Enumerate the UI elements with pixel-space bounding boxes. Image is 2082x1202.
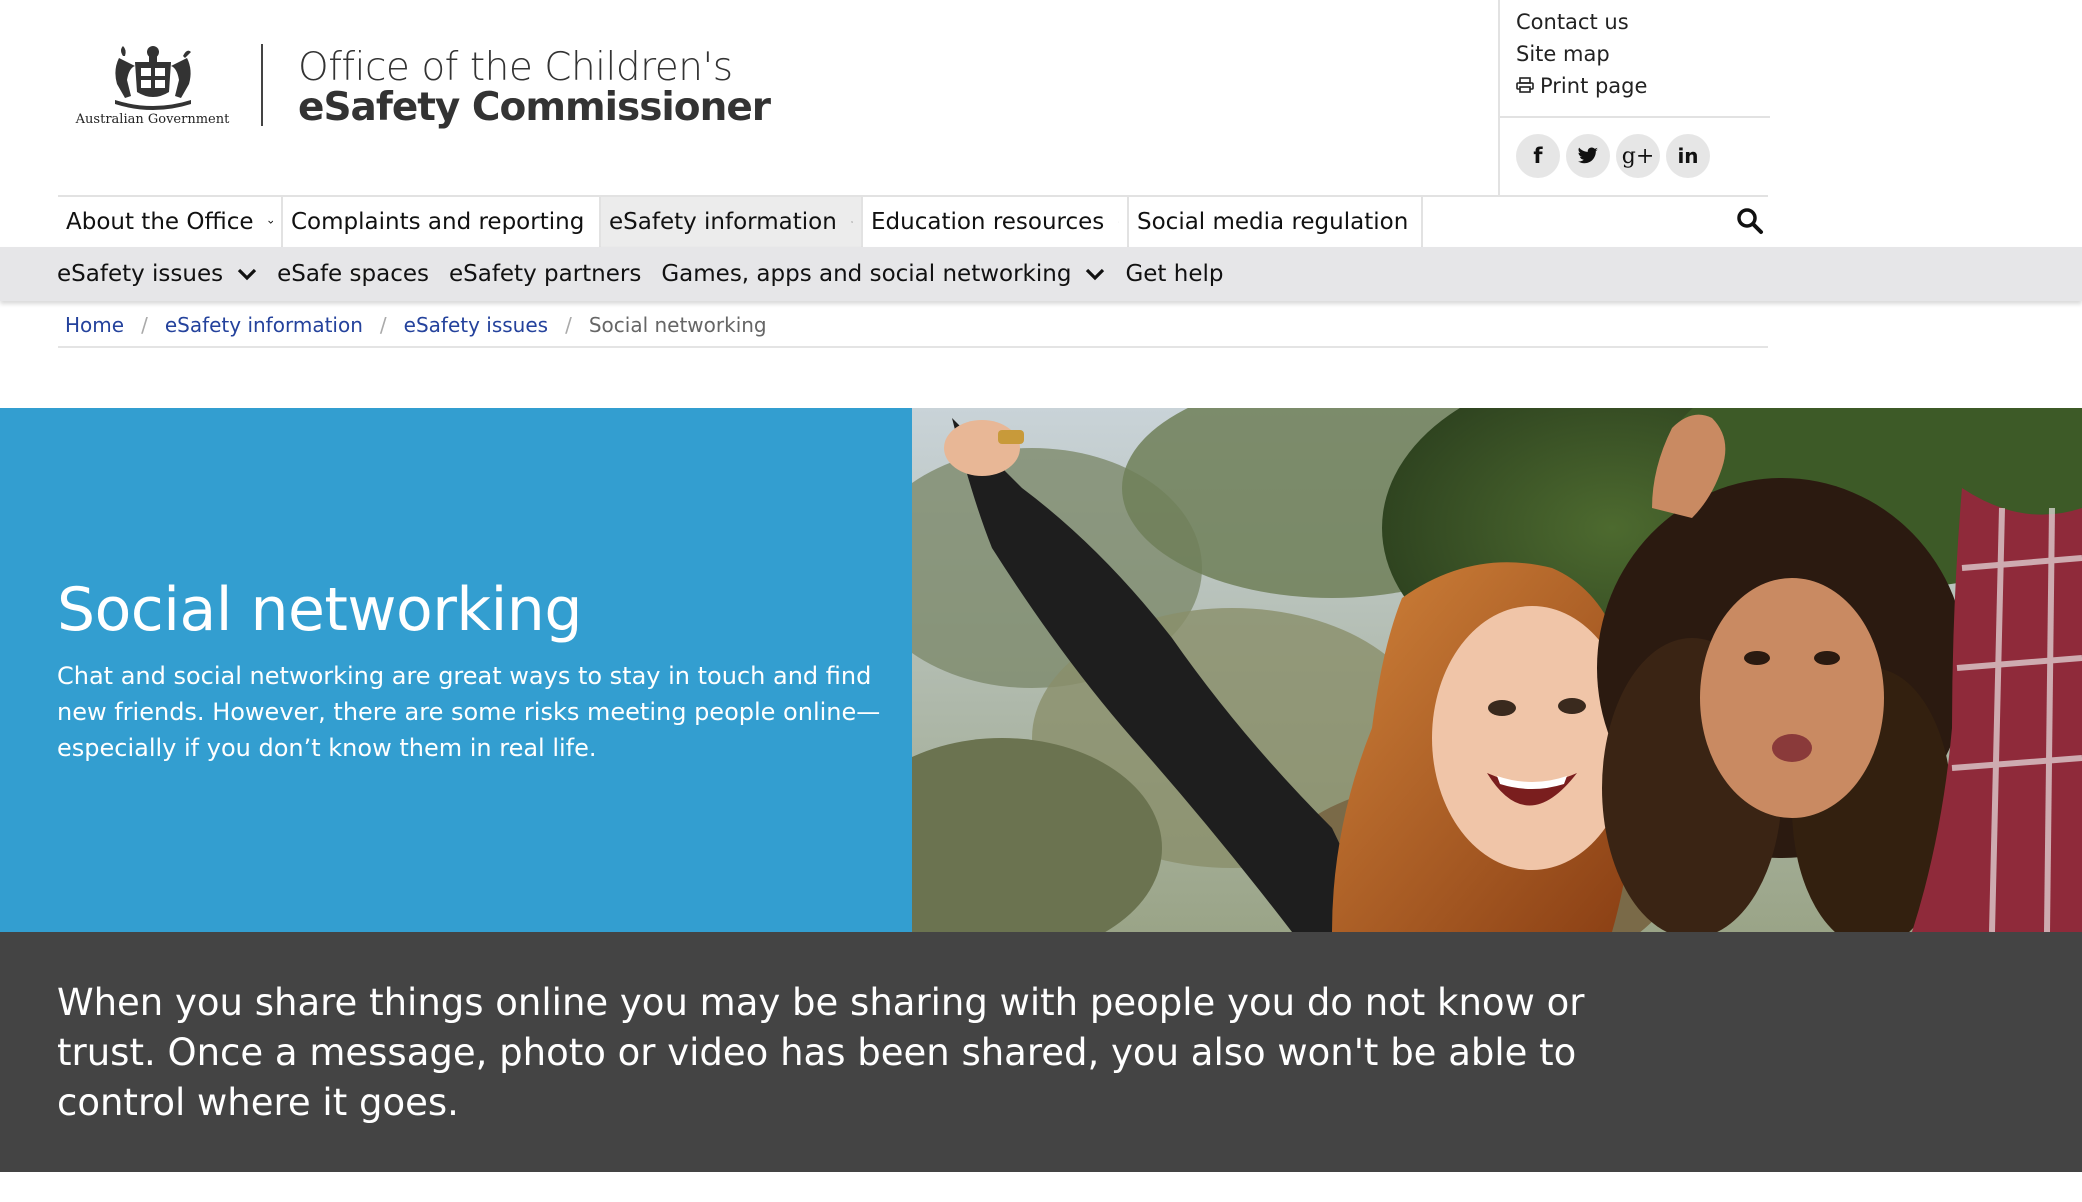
- breadcrumb-separator: /: [565, 313, 572, 337]
- nav-item-label: Complaints and reporting: [291, 209, 585, 235]
- subnav-item-label: Games, apps and social networking: [661, 261, 1072, 287]
- breadcrumb-home[interactable]: Home: [65, 313, 124, 337]
- chevron-down-icon: [1118, 221, 1119, 223]
- subnav-item-esafety-partners[interactable]: eSafety partners: [449, 261, 641, 287]
- key-message-callout: When you share things online you may be …: [0, 932, 2082, 1172]
- chevron-down-icon: [267, 220, 273, 224]
- secondary-nav-items: eSafety issues eSafe spaces eSafety part…: [57, 247, 1243, 301]
- callout-text: When you share things online you may be …: [57, 981, 1585, 1124]
- subnav-item-esafety-issues[interactable]: eSafety issues: [57, 261, 257, 287]
- twitter-icon[interactable]: [1566, 134, 1610, 178]
- org-name-line2: eSafety Commissioner: [298, 85, 771, 130]
- organisation-name[interactable]: Office of the Children's eSafety Commiss…: [298, 45, 771, 130]
- nav-item-complaints-and-reporting[interactable]: Complaints and reporting: [283, 197, 601, 247]
- nav-item-label: About the Office: [66, 209, 254, 235]
- nav-item-label: eSafety information: [609, 209, 837, 235]
- australian-government-logo[interactable]: Australian Government: [70, 40, 235, 136]
- breadcrumb-separator: /: [379, 313, 387, 337]
- logo-divider: [261, 44, 263, 126]
- utility-divider: [1500, 116, 1770, 118]
- search-button[interactable]: [1736, 207, 1768, 239]
- subnav-item-esafe-spaces[interactable]: eSafe spaces: [277, 261, 429, 287]
- nav-item-label: Education resources: [871, 209, 1105, 235]
- utility-links: Contact us Site map Print page: [1516, 6, 1647, 104]
- subnav-item-games-apps-social-networking[interactable]: Games, apps and social networking: [661, 261, 1105, 287]
- nav-item-about-the-office[interactable]: About the Office: [58, 197, 283, 247]
- chevron-down-icon: [1086, 268, 1105, 281]
- breadcrumb-esafety-issues[interactable]: eSafety issues: [404, 313, 548, 337]
- page-title: Social networking: [57, 575, 582, 645]
- utility-panel: Contact us Site map Print page f g+ in: [1498, 0, 1770, 196]
- print-page-label: Print page: [1540, 74, 1648, 98]
- coat-of-arms-icon: [114, 46, 191, 110]
- contact-us-link[interactable]: Contact us: [1516, 6, 1647, 38]
- main-navigation: About the Office Complaints and reportin…: [58, 195, 1768, 247]
- linkedin-icon[interactable]: in: [1666, 134, 1710, 178]
- google-plus-icon[interactable]: g+: [1616, 134, 1660, 178]
- hero-panel: Social networking Chat and social networ…: [0, 408, 912, 932]
- site-map-link[interactable]: Site map: [1516, 38, 1647, 70]
- breadcrumb: Home / eSafety information / eSafety iss…: [58, 304, 1768, 348]
- nav-item-education-resources[interactable]: Education resources: [863, 197, 1129, 247]
- government-label: Australian Government: [75, 112, 230, 127]
- chevron-down-icon: [237, 268, 257, 281]
- printer-icon: [1516, 72, 1540, 104]
- print-page-link[interactable]: Print page: [1516, 70, 1647, 104]
- breadcrumb-current-page: Social networking: [588, 313, 767, 337]
- social-links: f g+ in: [1516, 134, 1710, 178]
- org-name-line1: Office of the Children's: [298, 45, 733, 90]
- breadcrumb-esafety-information[interactable]: eSafety information: [165, 313, 363, 337]
- secondary-navigation: eSafety issues eSafe spaces eSafety part…: [0, 247, 2082, 301]
- nav-item-social-media-regulation[interactable]: Social media regulation: [1129, 197, 1423, 247]
- subnav-item-label: eSafety issues: [57, 261, 224, 287]
- site-header: Australian Government Office of the Chil…: [0, 0, 2082, 196]
- nav-item-esafety-information[interactable]: eSafety information: [601, 197, 863, 247]
- subnav-item-get-help[interactable]: Get help: [1125, 261, 1223, 287]
- hero-photo: [912, 408, 2082, 932]
- chevron-down-icon: [850, 221, 853, 223]
- search-icon: [1737, 208, 1763, 234]
- breadcrumb-separator: /: [141, 313, 148, 337]
- hero-description: Chat and social networking are great way…: [57, 662, 881, 762]
- nav-item-label: Social media regulation: [1137, 209, 1409, 235]
- facebook-icon[interactable]: f: [1516, 134, 1560, 178]
- hero-photo-illustration: [912, 408, 2082, 932]
